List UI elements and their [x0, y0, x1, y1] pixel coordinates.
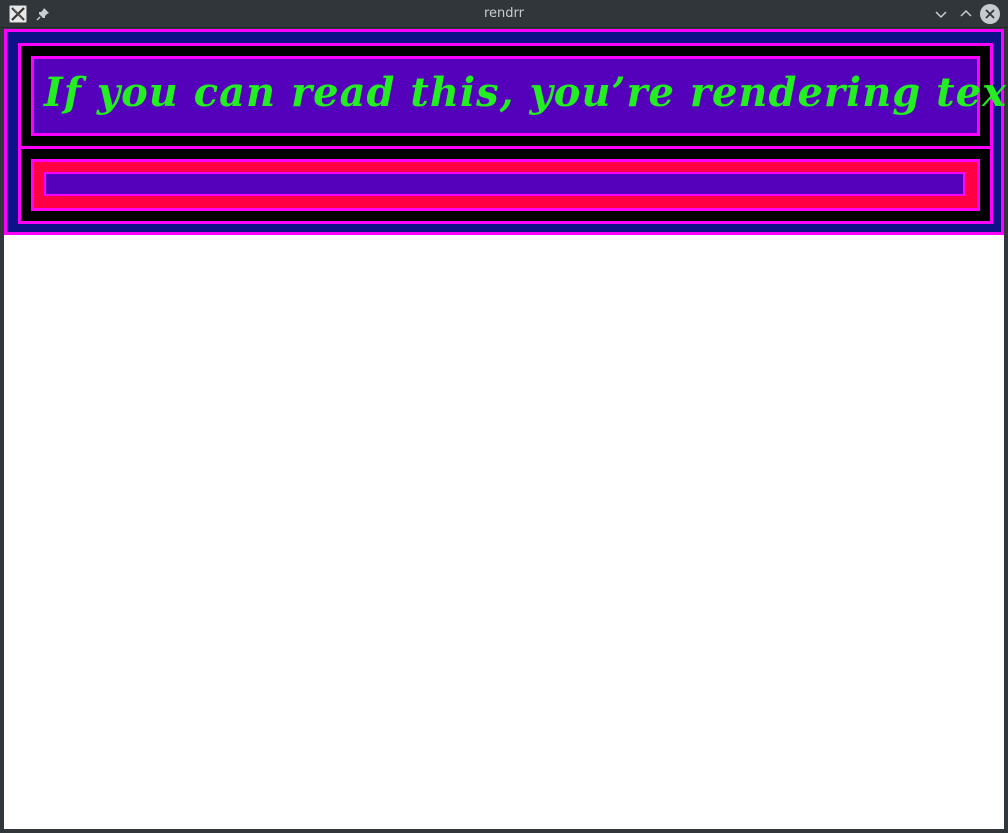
close-button[interactable] — [980, 4, 1000, 24]
headline-box: If you can read this, you’re rendering t… — [31, 56, 1008, 136]
application-window: rendrr If you can read this, you’re rend… — [0, 0, 1008, 833]
maximize-button[interactable] — [957, 5, 975, 23]
app-canvas: If you can read this, you’re rendering t… — [4, 29, 1008, 829]
text-input-box[interactable] — [44, 172, 965, 196]
close-icon — [985, 9, 995, 19]
header-panel: If you can read this, you’re rendering t… — [4, 29, 1008, 235]
title-bar[interactable]: rendrr — [0, 0, 1008, 28]
window-title: rendrr — [483, 6, 524, 21]
input-border — [31, 159, 980, 211]
chevron-down-icon — [935, 11, 947, 19]
minimize-button[interactable] — [932, 5, 950, 23]
input-frame — [18, 146, 993, 224]
chevron-up-icon — [960, 9, 972, 17]
window-bottom-edge — [0, 829, 1008, 833]
headline-frame: If you can read this, you’re rendering t… — [18, 43, 1008, 149]
headline-text: If you can read this, you’re rendering t… — [44, 69, 1008, 116]
